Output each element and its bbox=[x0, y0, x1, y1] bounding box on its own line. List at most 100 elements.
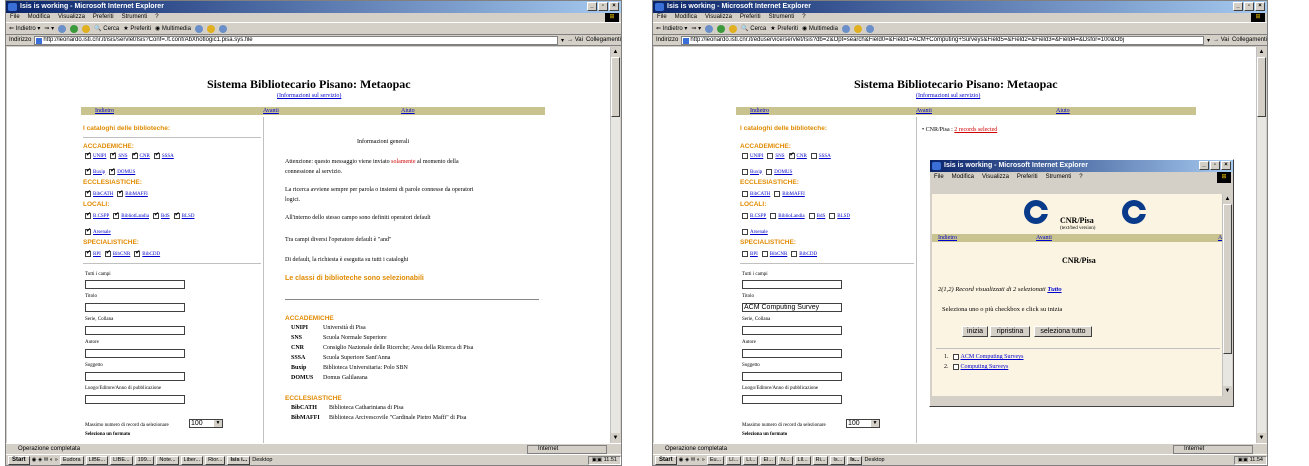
checkbox-bibcath[interactable]: BibCATH bbox=[742, 191, 770, 197]
checkbox-unipi[interactable]: UNIPI bbox=[742, 153, 763, 159]
checkbox-bcspp[interactable]: B.CSPP bbox=[742, 213, 766, 219]
go-button[interactable]: → Vai bbox=[567, 37, 583, 43]
checkbox-bibmaffi[interactable]: BibMAFFI bbox=[774, 191, 805, 197]
subject-input[interactable] bbox=[742, 372, 842, 381]
menu-preferiti[interactable]: Preferiti bbox=[1017, 172, 1038, 183]
mail-icon[interactable] bbox=[206, 24, 215, 33]
scroll-down-icon[interactable]: ▼ bbox=[1257, 433, 1266, 443]
select-all-button[interactable]: seleziona tutto bbox=[1034, 326, 1092, 337]
media-button[interactable]: ◉ Multimedia bbox=[155, 25, 191, 32]
print-icon[interactable] bbox=[218, 24, 227, 33]
scroll-thumb[interactable] bbox=[611, 57, 620, 117]
all-fields-input[interactable] bbox=[742, 280, 842, 289]
series-input[interactable] bbox=[742, 326, 842, 335]
task-button[interactable]: LI... bbox=[726, 455, 742, 465]
author-input[interactable] bbox=[742, 349, 842, 358]
task-button[interactable]: LI... bbox=[743, 455, 759, 465]
checkbox-bcspp[interactable]: B.CSPP bbox=[85, 211, 109, 219]
menu-visualizza[interactable]: Visualizza bbox=[705, 13, 732, 22]
max-records-select[interactable]: 100 ▼ bbox=[846, 419, 880, 428]
checkbox-bpi[interactable]: BPI bbox=[85, 249, 101, 257]
refresh-icon[interactable] bbox=[70, 24, 79, 33]
scroll-down-icon[interactable]: ▼ bbox=[611, 433, 620, 443]
menu-modifica[interactable]: Modifica bbox=[675, 13, 697, 22]
all-fields-input[interactable] bbox=[85, 280, 185, 289]
checkbox-cnr[interactable]: CNR bbox=[131, 151, 150, 159]
stop-icon[interactable] bbox=[705, 24, 714, 33]
desktop-toolbar[interactable]: Desktop bbox=[864, 457, 884, 463]
maximize-button[interactable]: ▫ bbox=[598, 2, 608, 11]
minimize-button[interactable]: _ bbox=[1199, 161, 1209, 170]
checkbox-domus[interactable]: DOMUS bbox=[766, 169, 792, 175]
start-button[interactable]: Start bbox=[8, 455, 30, 465]
checkbox-sssa[interactable]: SSSA bbox=[153, 151, 174, 159]
task-button[interactable]: LIBE... bbox=[85, 455, 109, 465]
task-button[interactable]: Eudora bbox=[59, 455, 84, 465]
menu-help[interactable]: ? bbox=[802, 13, 805, 22]
links-button[interactable]: Collegamenti bbox=[1232, 37, 1267, 43]
subject-input[interactable] bbox=[85, 372, 185, 381]
checkbox-arsenale[interactable]: Arsenale bbox=[85, 227, 111, 235]
checkbox-bds[interactable]: BdS bbox=[153, 211, 170, 219]
checkbox-bibcnr[interactable]: BibCNR bbox=[761, 251, 787, 257]
result-checkbox[interactable]: Computing Surveys bbox=[952, 364, 1008, 370]
scroll-thumb[interactable] bbox=[1223, 204, 1232, 354]
checkbox-bds[interactable]: BdS bbox=[808, 213, 825, 219]
close-button[interactable]: × bbox=[609, 2, 619, 11]
result-checkbox[interactable]: ACM Computing Surveys bbox=[952, 354, 1024, 360]
desktop-toolbar[interactable]: Desktop bbox=[252, 457, 272, 463]
forward-icon[interactable]: ⇒ ▾ bbox=[691, 25, 701, 32]
media-button[interactable]: ◉ Multimedia bbox=[802, 25, 838, 32]
minimize-button[interactable]: _ bbox=[587, 2, 597, 11]
task-button[interactable]: Note... bbox=[156, 455, 179, 465]
maximize-button[interactable]: ▫ bbox=[1210, 161, 1220, 170]
checkbox-cnr[interactable]: CNR bbox=[788, 151, 807, 159]
menu-modifica[interactable]: Modifica bbox=[952, 172, 974, 183]
task-button[interactable]: El... bbox=[760, 455, 776, 465]
maximize-button[interactable]: ▫ bbox=[1244, 2, 1254, 11]
scroll-down-icon[interactable]: ▼ bbox=[1223, 386, 1232, 396]
checkbox-bibcdd[interactable]: BibCDD bbox=[134, 249, 160, 257]
start-button[interactable]: Start bbox=[655, 455, 677, 465]
home-icon[interactable] bbox=[82, 24, 91, 33]
checkbox-buxip[interactable]: Buxip bbox=[742, 169, 762, 175]
series-input[interactable] bbox=[85, 326, 185, 335]
nav-forward-link[interactable]: Avanti bbox=[1036, 234, 1052, 242]
all-records-link[interactable]: Tutto bbox=[1047, 286, 1061, 293]
menu-file[interactable]: File bbox=[657, 13, 667, 22]
task-button[interactable]: Eu... bbox=[706, 455, 725, 465]
checkbox-bibliotlandia[interactable]: BibliotLandia bbox=[113, 211, 149, 219]
task-button[interactable]: Lll... bbox=[794, 455, 811, 465]
quick-launch-icons[interactable]: ◉ ◈ ✉ ◐ » bbox=[679, 457, 705, 463]
publisher-input[interactable] bbox=[85, 395, 185, 404]
close-button[interactable]: × bbox=[1255, 2, 1265, 11]
task-button[interactable]: N... bbox=[777, 455, 793, 465]
history-icon[interactable] bbox=[841, 24, 850, 33]
nav-help-link[interactable]: Aiuto bbox=[401, 107, 415, 115]
nav-forward-link[interactable]: Avanti bbox=[916, 107, 932, 115]
scroll-up-icon[interactable]: ▲ bbox=[611, 47, 620, 57]
menu-modifica[interactable]: Modifica bbox=[28, 13, 50, 22]
menu-file[interactable]: File bbox=[10, 13, 20, 22]
task-button[interactable]: 199... bbox=[134, 455, 155, 465]
nav-back-link[interactable]: Indietro bbox=[938, 234, 957, 242]
checkbox-domus[interactable]: DOMUS bbox=[109, 167, 135, 175]
menu-file[interactable]: File bbox=[934, 172, 944, 183]
task-button-active[interactable]: Is... bbox=[847, 455, 863, 465]
author-input[interactable] bbox=[85, 349, 185, 358]
history-icon[interactable] bbox=[194, 24, 203, 33]
address-dropdown-icon[interactable]: ▾ bbox=[1207, 37, 1210, 44]
scroll-up-icon[interactable]: ▲ bbox=[1223, 194, 1232, 204]
favorites-button[interactable]: ★ Preferiti bbox=[123, 25, 151, 32]
menu-strumenti[interactable]: Strumenti bbox=[769, 13, 795, 22]
popup-vertical-scrollbar[interactable]: ▲ ▼ bbox=[1222, 194, 1232, 396]
menu-strumenti[interactable]: Strumenti bbox=[122, 13, 148, 22]
publisher-input[interactable] bbox=[742, 395, 842, 404]
checkbox-buxip[interactable]: Buxip bbox=[85, 167, 105, 175]
checkbox-bibmaffi[interactable]: BibMAFFI bbox=[117, 189, 148, 197]
stop-icon[interactable] bbox=[58, 24, 67, 33]
task-button-active[interactable]: Isis i... bbox=[227, 455, 251, 465]
menu-preferiti[interactable]: Preferiti bbox=[93, 13, 114, 22]
address-input[interactable]: http://leonardo.isti.cnr.it/isis/servlet… bbox=[34, 35, 559, 45]
task-button[interactable]: Rior... bbox=[205, 455, 226, 465]
